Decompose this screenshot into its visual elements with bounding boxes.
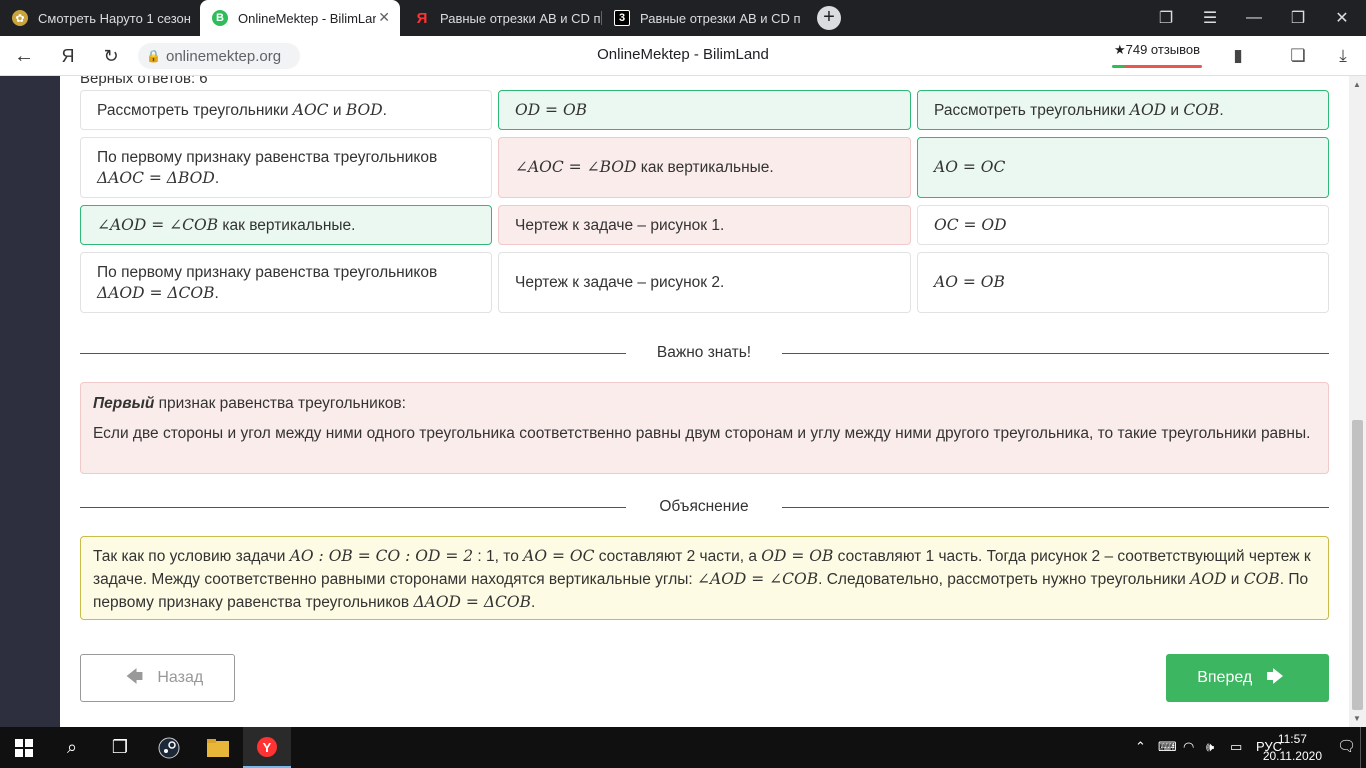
download-icon[interactable]: ⤓ xyxy=(1332,45,1354,67)
minimize-icon[interactable]: — xyxy=(1232,0,1276,36)
correct-answers-count: Верных ответов: 6 xyxy=(80,76,208,87)
naruto-favicon-icon: ✿ xyxy=(12,10,28,26)
answer-cell[interactable]: AO = OC xyxy=(917,137,1329,198)
answer-cell[interactable]: OD = OB xyxy=(498,90,911,130)
reload-icon[interactable]: ↻ xyxy=(99,44,123,68)
znanija-favicon-icon: 3 xyxy=(614,10,630,26)
yandex-home-icon[interactable]: Я xyxy=(56,44,80,68)
browser-tab-bar: ✿ Смотреть Наруто 1 сезон B OnlineMektep… xyxy=(0,0,1366,36)
windows-start-icon[interactable] xyxy=(0,727,48,768)
scroll-down-icon[interactable]: ▼ xyxy=(1353,714,1361,723)
lesson-content: Верных ответов: 6 Рассмотреть треугольни… xyxy=(60,76,1349,727)
answer-cell[interactable]: Рассмотреть треугольники AOC и BOD. xyxy=(80,90,492,130)
svg-text:Y: Y xyxy=(263,740,272,755)
answer-cell[interactable]: ∠AOD = ∠COB как вертикальные. xyxy=(80,205,492,245)
yandex-browser-icon[interactable]: Y xyxy=(243,727,291,768)
action-center-icon[interactable]: 🗨 xyxy=(1337,737,1356,755)
tab-naruto[interactable]: ✿ Смотреть Наруто 1 сезон xyxy=(0,0,198,36)
arrow-left-icon: 🡄 xyxy=(125,666,144,686)
tab-onlinemektep[interactable]: B OnlineMektep - BilimLand ✕ xyxy=(200,0,400,36)
explanation-box: Так как по условию задачи AO : OB = CO :… xyxy=(80,536,1329,620)
answer-cell[interactable]: Чертеж к задаче – рисунок 1. xyxy=(498,205,911,245)
steam-icon[interactable] xyxy=(145,727,193,768)
answer-cell[interactable]: Чертеж к задаче – рисунок 2. xyxy=(498,252,911,313)
menu-icon[interactable]: ☰ xyxy=(1188,0,1232,36)
close-tab-icon[interactable]: ✕ xyxy=(378,9,390,26)
answer-cell[interactable]: По первому признаку равенства треугольни… xyxy=(80,137,492,198)
keyboard-icon[interactable]: ⌨ xyxy=(1158,739,1177,755)
answer-cell[interactable]: OC = OD xyxy=(917,205,1329,245)
bilimland-favicon-icon: B xyxy=(212,10,228,26)
bookmark-icon[interactable]: ▮ xyxy=(1227,45,1249,67)
back-button[interactable]: 🡄 Назад xyxy=(80,654,235,702)
answer-cell[interactable]: Рассмотреть треугольники AOD и COB. xyxy=(917,90,1329,130)
tab-yandex-search[interactable]: Я Равные отрезки АВ и CD п xyxy=(402,0,600,36)
rating-bar xyxy=(1112,65,1202,68)
back-arrow-icon[interactable]: ← xyxy=(12,44,36,68)
tab-znanija[interactable]: 3 Равные отрезки АВ и CD п xyxy=(602,0,800,36)
answer-cell[interactable]: ∠AOC = ∠BOD как вертикальные. xyxy=(498,137,911,198)
arrow-right-icon: 🡆 xyxy=(1266,666,1284,686)
close-window-icon[interactable]: ✕ xyxy=(1320,0,1364,36)
collections-icon[interactable]: ❏ xyxy=(1287,45,1309,67)
tab-list-icon[interactable]: ❐ xyxy=(1144,0,1188,36)
important-box: Первый признак равенства треугольников: … xyxy=(80,382,1329,474)
answer-cell[interactable]: AO = OB xyxy=(917,252,1329,313)
scroll-up-icon[interactable]: ▲ xyxy=(1353,80,1361,89)
url-field[interactable]: 🔒 onlinemektep.org xyxy=(138,43,300,69)
scroll-thumb[interactable] xyxy=(1352,420,1363,710)
answer-cell[interactable]: По первому признаку равенства треугольни… xyxy=(80,252,492,313)
next-button[interactable]: Вперед 🡆 xyxy=(1166,654,1329,702)
tray-chevron-icon[interactable]: ⌃ xyxy=(1135,739,1146,755)
windows-taskbar: ⌕ ❐ Y ⌃ ⌨ ◠ 🕪 ▭ РУС 11:57 20.11.2020 🗨 xyxy=(0,727,1366,768)
notification-area-icon[interactable]: ▭ xyxy=(1230,739,1242,755)
volume-icon[interactable]: 🕪 xyxy=(1206,739,1214,755)
explanation-heading: Объяснение xyxy=(626,498,782,516)
search-icon[interactable]: ⌕ xyxy=(48,727,96,768)
taskbar-clock[interactable]: 11:57 20.11.2020 xyxy=(1263,731,1322,765)
new-tab-button[interactable]: + xyxy=(817,6,841,30)
lock-icon: 🔒 xyxy=(146,49,161,63)
site-sidebar xyxy=(0,76,60,727)
task-view-icon[interactable]: ❐ xyxy=(96,727,144,768)
reviews-badge[interactable]: ★749 отзывов xyxy=(1110,42,1204,68)
address-bar: ← Я ↻ 🔒 onlinemektep.org OnlineMektep - … xyxy=(0,36,1366,76)
restore-icon[interactable]: ❒ xyxy=(1276,0,1320,36)
page-scrollbar[interactable]: ▲ ▼ xyxy=(1349,76,1366,727)
yandex-favicon-icon: Я xyxy=(416,9,428,27)
show-desktop-button[interactable] xyxy=(1360,727,1366,768)
important-heading: Важно знать! xyxy=(626,344,782,362)
file-explorer-icon[interactable] xyxy=(194,727,242,768)
wifi-icon[interactable]: ◠ xyxy=(1183,739,1194,755)
